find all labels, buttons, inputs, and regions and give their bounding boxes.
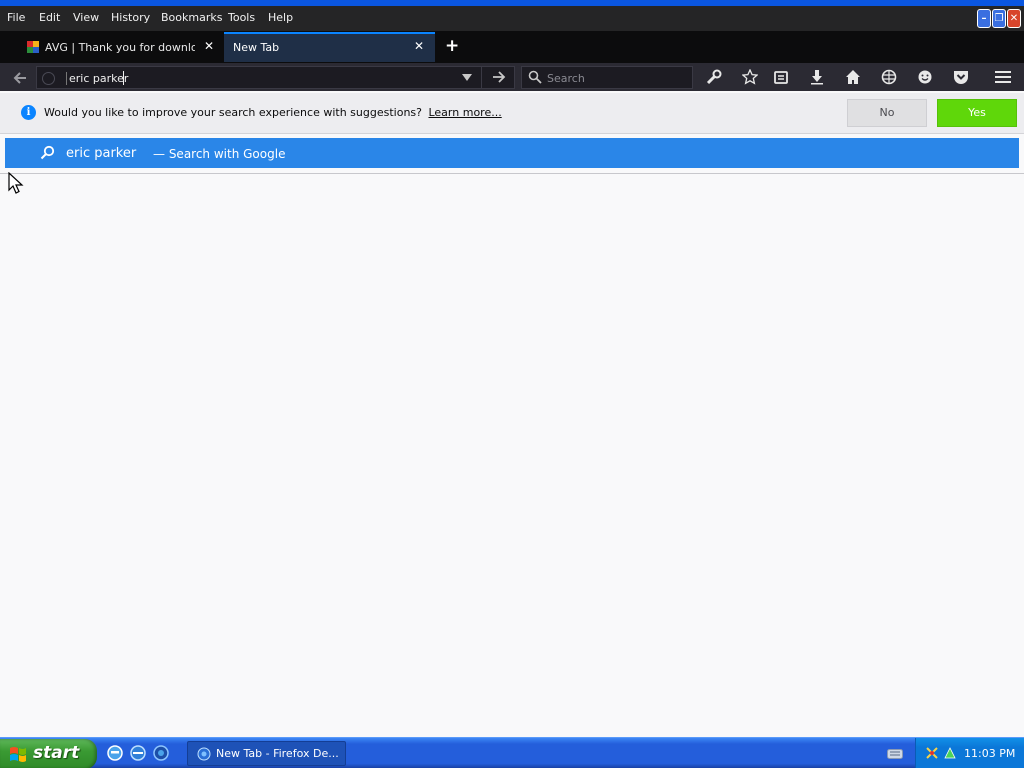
autocomplete-term: eric parker — [66, 146, 137, 161]
menu-view[interactable]: View — [73, 11, 99, 24]
home-button[interactable] — [842, 67, 864, 87]
yes-button[interactable]: Yes — [937, 99, 1017, 127]
bookmark-star-button[interactable] — [739, 67, 761, 87]
downloads-button[interactable] — [806, 67, 828, 87]
learn-more-link[interactable]: Learn more... — [428, 106, 501, 119]
system-tray: 11:03 PM — [915, 738, 1024, 768]
quicklaunch-firefox-icon[interactable] — [152, 744, 170, 762]
close-window-button[interactable]: ✕ — [1007, 9, 1021, 28]
clock: 11:03 PM — [964, 747, 1016, 760]
page-content[interactable] — [0, 174, 1024, 737]
minimize-button[interactable]: – — [977, 9, 991, 28]
download-arrow-icon — [811, 70, 823, 85]
restore-button[interactable]: ❐ — [992, 9, 1006, 28]
no-button[interactable]: No — [847, 99, 927, 127]
firefox-icon — [197, 747, 211, 761]
tray-network-icon[interactable] — [943, 746, 957, 760]
feedback-button[interactable] — [914, 67, 936, 87]
notification-text: Would you like to improve your search ex… — [44, 106, 422, 119]
autocomplete-search-row[interactable]: eric parker — Search with Google — [5, 138, 1019, 168]
windows-flag-icon — [10, 747, 26, 762]
pocket-button[interactable] — [950, 67, 972, 87]
url-input[interactable]: eric parker — [66, 72, 128, 85]
start-button[interactable]: start — [0, 739, 97, 768]
autocomplete-action: — Search with Google — [153, 147, 286, 161]
tab-avg[interactable]: AVG | Thank you for downloa... ✕ — [0, 32, 222, 62]
main-menu-button[interactable] — [992, 67, 1014, 87]
tab-close-icon[interactable]: ✕ — [414, 39, 424, 53]
menu-history[interactable]: History — [111, 11, 150, 24]
search-suggestions-notification: i Would you like to improve your search … — [0, 93, 1024, 134]
url-bar[interactable]: eric parker — [36, 66, 515, 89]
mouse-cursor-icon — [8, 172, 24, 194]
text-caret — [123, 71, 124, 85]
star-icon — [742, 69, 758, 85]
info-icon: i — [21, 105, 36, 120]
go-button[interactable] — [481, 67, 515, 88]
tab-title: AVG | Thank you for downloa... — [45, 41, 195, 54]
search-input[interactable]: Search — [547, 72, 585, 85]
quicklaunch-browser-icon[interactable] — [129, 744, 147, 762]
menu-help[interactable]: Help — [268, 11, 293, 24]
tab-title: New Tab — [233, 41, 280, 54]
start-label: start — [33, 743, 80, 763]
notification-message: Would you like to improve your search ex… — [44, 106, 502, 119]
hamburger-menu-icon — [995, 71, 1011, 83]
bookmarks-menu-button[interactable] — [770, 67, 792, 87]
tray-security-icon[interactable] — [925, 746, 939, 760]
menu-bar: File Edit View History Bookmarks Tools H… — [0, 6, 1024, 31]
site-info-icon[interactable] — [42, 72, 55, 85]
wrench-icon — [706, 69, 722, 85]
go-arrow-icon — [492, 71, 505, 83]
tab-bar: AVG | Thank you for downloa... ✕ New Tab… — [0, 31, 1024, 63]
menu-file[interactable]: File — [7, 11, 25, 24]
taskbar-task-firefox[interactable]: New Tab - Firefox De... — [187, 741, 346, 766]
avg-favicon-icon — [27, 41, 39, 53]
search-icon — [528, 70, 542, 84]
back-button[interactable] — [8, 68, 32, 88]
nav-toolbar: eric parker Search — [0, 63, 1024, 91]
home-icon — [846, 70, 860, 84]
windows-taskbar: start New Tab - Firefox De... 11:03 PM — [0, 737, 1024, 768]
developer-tools-button[interactable] — [703, 67, 725, 87]
menu-bookmarks[interactable]: Bookmarks — [161, 11, 222, 24]
menu-edit[interactable]: Edit — [39, 11, 60, 24]
back-arrow-icon — [13, 72, 26, 84]
history-dropdown-icon[interactable] — [461, 71, 473, 83]
smiley-icon — [918, 70, 932, 84]
quicklaunch-ie-icon[interactable] — [106, 744, 124, 762]
autocomplete-popup: eric parker — Search with Google — [0, 134, 1024, 174]
pocket-icon — [954, 71, 968, 84]
clipboard-icon — [774, 71, 788, 84]
web-compat-button[interactable] — [878, 67, 900, 87]
search-icon — [40, 145, 55, 160]
globe-icon — [881, 69, 897, 85]
task-label: New Tab - Firefox De... — [216, 747, 339, 760]
keyboard-tray-icon[interactable] — [887, 749, 903, 759]
firefox-window: File Edit View History Bookmarks Tools H… — [0, 0, 1024, 768]
search-bar[interactable]: Search — [521, 66, 693, 89]
new-tab-button[interactable]: + — [445, 36, 459, 56]
menu-tools[interactable]: Tools — [228, 11, 255, 24]
tab-close-icon[interactable]: ✕ — [204, 39, 214, 53]
tab-new-tab[interactable]: New Tab ✕ — [224, 32, 435, 62]
